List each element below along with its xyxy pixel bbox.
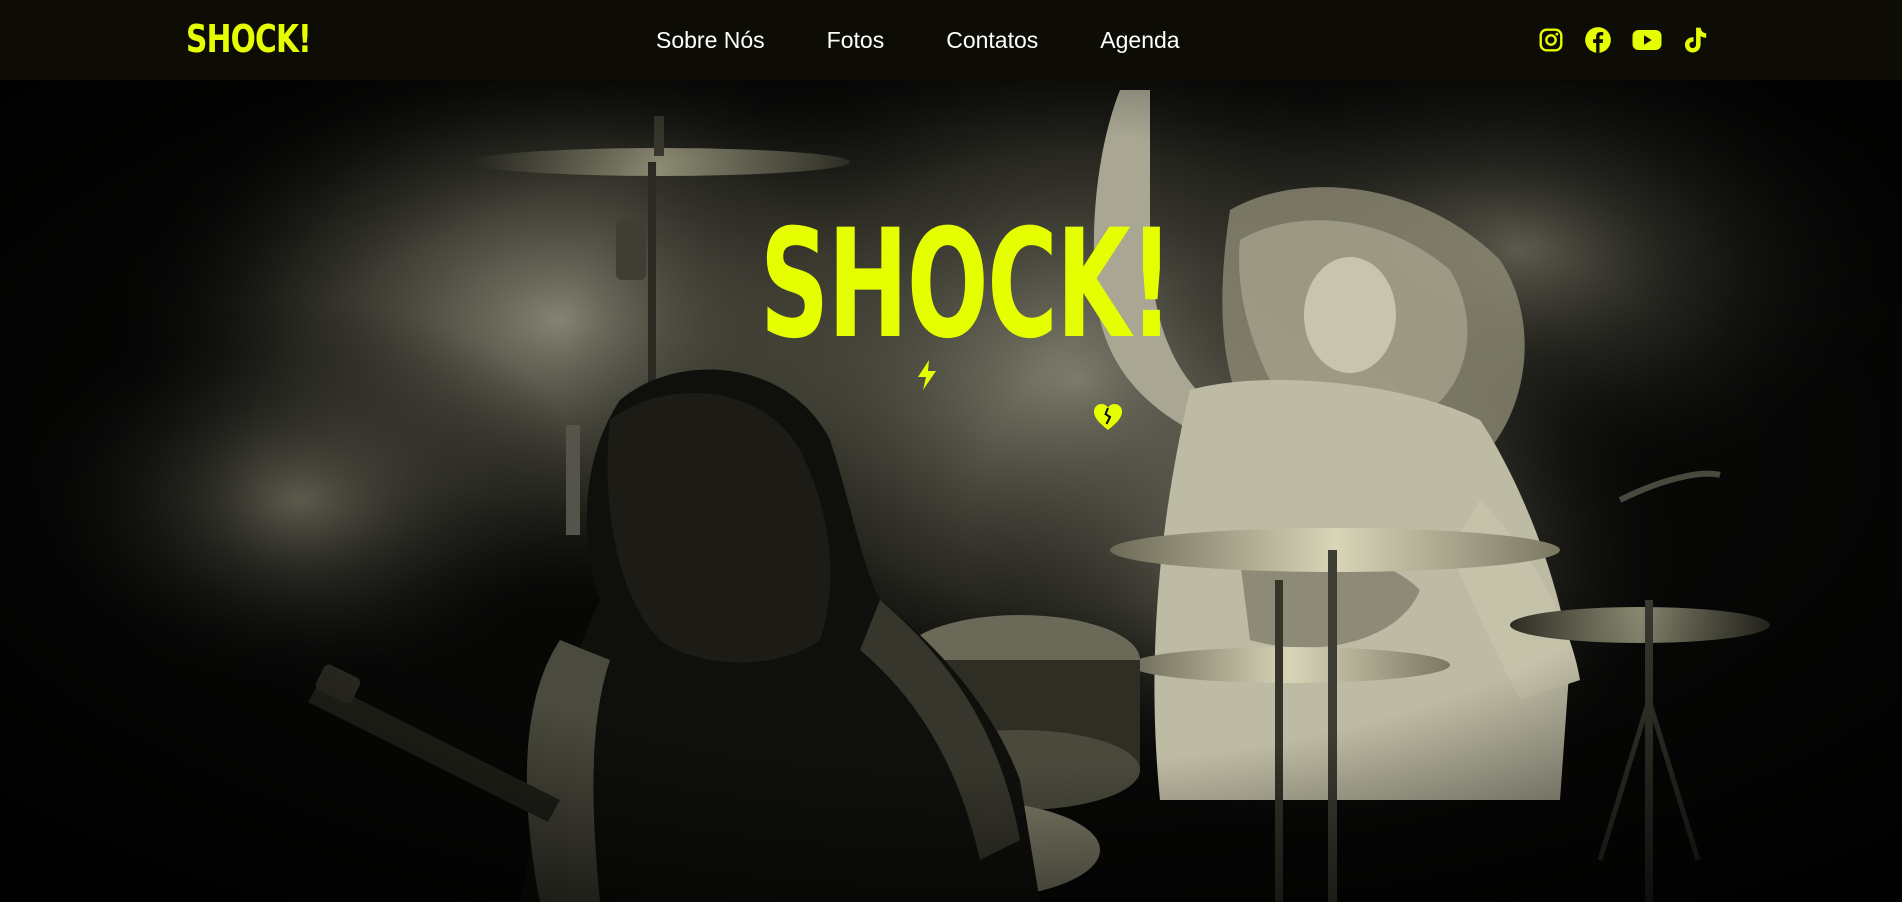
broken-heart-icon [1094, 404, 1122, 430]
youtube-button[interactable] [1632, 28, 1662, 52]
hero-logo: SHOCK! [760, 210, 1173, 450]
social-links [1538, 0, 1708, 80]
nav-link-agenda[interactable]: Agenda [1100, 27, 1179, 54]
navbar: SHOCK! Sobre Nós Fotos Contatos Agenda [0, 0, 1902, 80]
instagram-icon [1539, 28, 1563, 52]
hero-section: SHOCK! [0, 80, 1902, 902]
lightning-bolt-icon [918, 360, 936, 390]
instagram-button[interactable] [1538, 27, 1564, 53]
nav-menu: Sobre Nós Fotos Contatos Agenda [656, 0, 1180, 80]
youtube-icon [1632, 30, 1662, 50]
nav-link-sobre-nos[interactable]: Sobre Nós [656, 27, 765, 54]
hero-logo-text: SHOCK! [760, 198, 1173, 372]
page: SHOCK! Sobre Nós Fotos Contatos Agenda S… [0, 0, 1902, 902]
nav-logo[interactable]: SHOCK! [186, 14, 346, 58]
nav-link-contatos[interactable]: Contatos [946, 27, 1038, 54]
facebook-icon [1585, 27, 1611, 53]
tiktok-button[interactable] [1682, 26, 1708, 54]
nav-link-fotos[interactable]: Fotos [827, 27, 885, 54]
facebook-button[interactable] [1584, 26, 1612, 54]
nav-logo-text: SHOCK! [186, 17, 312, 61]
tiktok-icon [1684, 27, 1707, 53]
